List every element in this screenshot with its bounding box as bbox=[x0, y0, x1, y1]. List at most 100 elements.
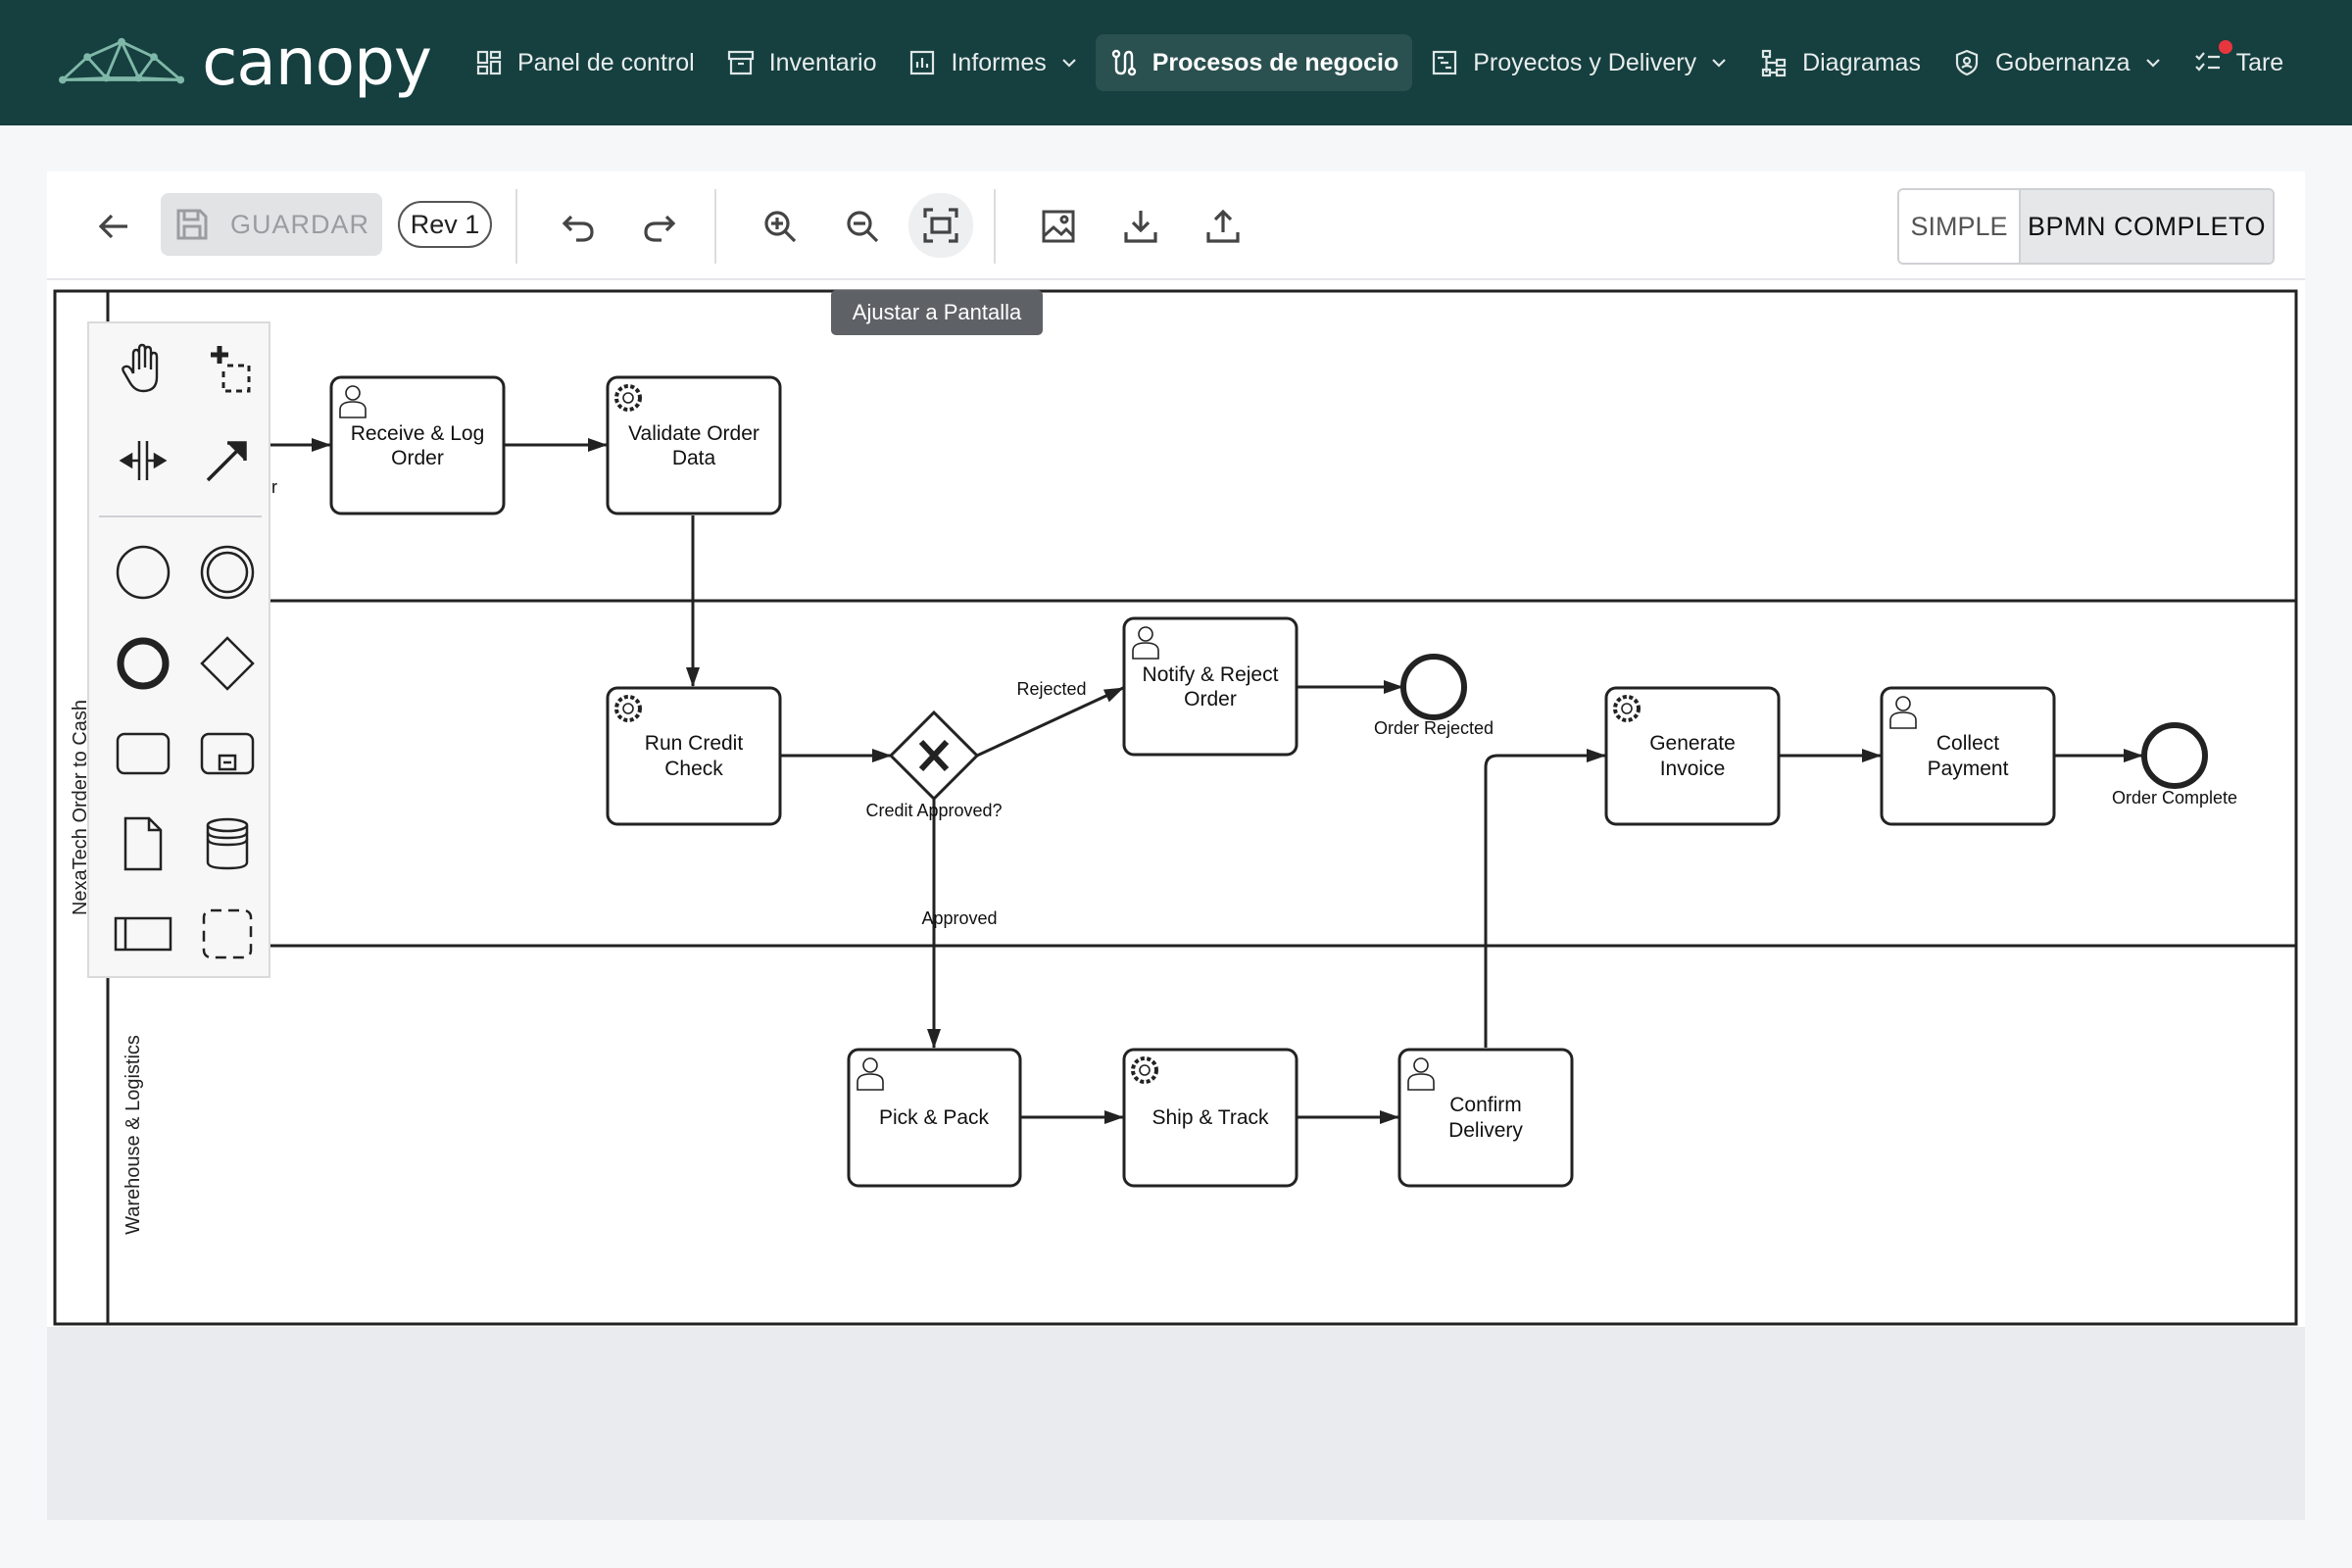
zoom-in-button[interactable] bbox=[751, 197, 809, 256]
palette-separator bbox=[99, 515, 262, 517]
top-navigation-bar: canopy Panel de control Inventario Infor… bbox=[0, 0, 2352, 125]
chevron-down-icon bbox=[1060, 54, 1078, 72]
toolbar-divider bbox=[994, 189, 996, 264]
fit-screen-icon bbox=[923, 208, 958, 243]
nav-item-diagramas[interactable]: Diagramas bbox=[1745, 34, 1935, 91]
nav-item-informes[interactable]: Informes bbox=[894, 34, 1091, 91]
nav-item-procesos-de-negocio[interactable]: Procesos de negocio bbox=[1095, 34, 1413, 91]
shield-icon bbox=[1952, 48, 1982, 77]
nav-item-tareas[interactable]: Tare bbox=[2180, 34, 2298, 91]
end-event-icon[interactable] bbox=[109, 629, 177, 698]
data-object-icon[interactable] bbox=[109, 809, 177, 878]
toolbar-divider bbox=[515, 189, 517, 264]
canopy-logo-icon bbox=[59, 37, 185, 84]
task-label: Collect bbox=[1936, 732, 1999, 755]
task[interactable]: Validate Order Data bbox=[606, 375, 782, 515]
task[interactable]: Confirm Delivery bbox=[1397, 1048, 1574, 1188]
task[interactable]: Run Credit Check bbox=[606, 686, 782, 826]
task[interactable]: Generate Invoice bbox=[1604, 686, 1781, 826]
export-image-button[interactable] bbox=[1029, 197, 1088, 256]
bar-chart-icon bbox=[907, 48, 937, 77]
nav-label: Proyectos y Delivery bbox=[1473, 48, 1697, 76]
lasso-select-icon[interactable] bbox=[193, 335, 262, 404]
task[interactable]: Ship & Track bbox=[1122, 1048, 1298, 1188]
save-label: GUARDAR bbox=[229, 209, 369, 239]
task[interactable]: Collect Payment bbox=[1880, 686, 2056, 826]
tool-palette bbox=[87, 321, 270, 978]
mode-simple-button[interactable]: SIMPLE bbox=[1899, 190, 2021, 263]
gateway-label: Credit Approved? bbox=[865, 801, 1002, 820]
download-button[interactable] bbox=[1111, 197, 1170, 256]
data-store-icon[interactable] bbox=[193, 809, 262, 878]
redo-icon bbox=[644, 215, 676, 242]
start-event-icon[interactable] bbox=[109, 538, 177, 607]
task-label: Ship & Track bbox=[1152, 1106, 1269, 1129]
upload-icon bbox=[1206, 209, 1240, 243]
revision-badge[interactable]: Rev 1 bbox=[398, 201, 492, 248]
bpmn-diagram: NexaTech Order to Cash Warehouse & Logis… bbox=[47, 280, 2305, 1327]
task-label: Order bbox=[391, 447, 444, 469]
task-label: Validate Order bbox=[628, 422, 760, 445]
toolbar-divider bbox=[714, 189, 716, 264]
fit-screen-button[interactable] bbox=[908, 193, 973, 258]
undo-button[interactable] bbox=[551, 199, 606, 254]
mode-bpmn-complete-button[interactable]: BPMN COMPLETO bbox=[2021, 190, 2273, 263]
chevron-down-icon bbox=[1710, 54, 1728, 72]
task-label: Run Credit bbox=[645, 732, 744, 755]
task[interactable]: Notify & Reject Order bbox=[1122, 616, 1298, 757]
image-icon bbox=[1042, 210, 1075, 243]
nav-item-panel-de-control[interactable]: Panel de control bbox=[461, 34, 709, 91]
nav-label: Gobernanza bbox=[1994, 48, 2131, 76]
connect-arrow-icon[interactable] bbox=[193, 426, 262, 495]
start-event-label-partial: r bbox=[271, 477, 277, 497]
task-icon[interactable] bbox=[109, 719, 177, 788]
subprocess-icon[interactable] bbox=[193, 719, 262, 788]
canopy-logo[interactable]: canopy bbox=[59, 24, 432, 100]
fit-screen-tooltip: Ajustar a Pantalla bbox=[831, 290, 1043, 335]
nav-item-proyectos-y-delivery[interactable]: Proyectos y Delivery bbox=[1416, 34, 1741, 91]
zoom-out-icon bbox=[847, 211, 879, 243]
diagram-canvas[interactable]: NexaTech Order to Cash Warehouse & Logis… bbox=[47, 280, 2305, 1520]
zoom-out-button[interactable] bbox=[833, 197, 892, 256]
nav-label: Tare bbox=[2235, 48, 2284, 76]
task-label: Data bbox=[672, 447, 716, 469]
end-event-label: Order Complete bbox=[2112, 788, 2237, 808]
task-label: Generate bbox=[1649, 732, 1736, 755]
tasks-icon bbox=[2193, 48, 2223, 77]
task[interactable]: Pick & Pack bbox=[847, 1048, 1022, 1188]
task-label: Order bbox=[1184, 688, 1237, 710]
brand-name: canopy bbox=[202, 24, 432, 100]
hierarchy-icon bbox=[1759, 48, 1788, 77]
task-label: Confirm bbox=[1449, 1094, 1522, 1116]
upload-button[interactable] bbox=[1194, 197, 1252, 256]
workflow-icon bbox=[1109, 48, 1139, 77]
group-icon[interactable] bbox=[193, 900, 262, 968]
nav-item-inventario[interactable]: Inventario bbox=[712, 34, 891, 91]
task-label: Notify & Reject bbox=[1143, 663, 1279, 686]
back-button[interactable] bbox=[88, 201, 139, 252]
nav-label: Diagramas bbox=[1802, 48, 1921, 76]
nav-item-gobernanza[interactable]: Gobernanza bbox=[1938, 34, 2176, 91]
mode-toggle: SIMPLE BPMN COMPLETO bbox=[1897, 188, 2275, 265]
task-label: Pick & Pack bbox=[879, 1106, 990, 1129]
arrow-left-icon bbox=[98, 214, 127, 239]
task[interactable]: Receive & Log Order bbox=[329, 375, 506, 515]
nav-label: Informes bbox=[951, 48, 1047, 76]
save-button[interactable]: GUARDAR bbox=[161, 193, 382, 256]
lane-label: Warehouse & Logistics bbox=[122, 1035, 144, 1235]
space-tool-icon[interactable] bbox=[109, 426, 177, 495]
undo-icon bbox=[562, 215, 594, 242]
end-event-label: Order Rejected bbox=[1374, 718, 1494, 738]
redo-button[interactable] bbox=[632, 199, 687, 254]
flow-label-approved: Approved bbox=[921, 908, 997, 928]
save-icon bbox=[176, 209, 208, 240]
pool-icon[interactable] bbox=[109, 900, 177, 968]
notification-dot bbox=[2218, 40, 2232, 54]
zoom-in-icon bbox=[764, 211, 797, 243]
gateway-icon[interactable] bbox=[193, 629, 262, 698]
intermediate-event-icon[interactable] bbox=[193, 538, 262, 607]
hand-tool-icon[interactable] bbox=[109, 335, 177, 404]
flow-label-rejected: Rejected bbox=[1016, 679, 1086, 699]
nav-label: Inventario bbox=[768, 48, 877, 76]
editor-toolbar: GUARDAR Rev 1 SIMPLE BPMN COMPLETO bbox=[47, 172, 2305, 279]
